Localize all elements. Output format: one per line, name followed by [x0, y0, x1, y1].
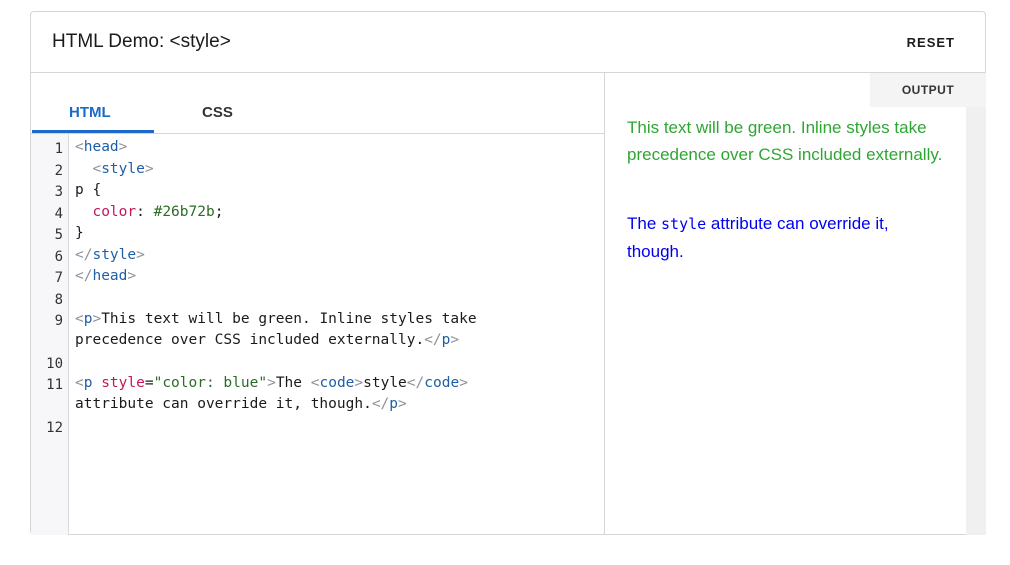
- output-blue-paragraph: The style attribute can override it, tho…: [627, 210, 947, 265]
- demo-title: HTML Demo: <style>: [52, 31, 231, 52]
- tag-name: p: [83, 375, 93, 391]
- editor-pane: HTML CSS 1 2 3 4 5 6 7 8 9 10 11 12 <hea…: [31, 73, 605, 535]
- tag-name: style: [101, 161, 145, 177]
- line-number-gutter: 1 2 3 4 5 6 7 8 9 10 11 12: [31, 134, 69, 535]
- tag-name: head: [83, 139, 119, 155]
- code-text: The: [275, 375, 311, 391]
- code-line-9: <p>This text will be green. Inline style…: [75, 311, 477, 327]
- tag-name: code: [424, 375, 460, 391]
- code-line-2: <style>: [92, 161, 154, 177]
- line-number: 2: [54, 163, 63, 179]
- tab-html[interactable]: HTML: [69, 104, 111, 121]
- interactive-demo: HTML Demo: <style> RESET HTML CSS 1 2 3 …: [30, 11, 986, 535]
- attribute-value: "color: blue": [153, 375, 268, 391]
- code-line-1: <head>: [75, 139, 128, 155]
- tab-css[interactable]: CSS: [202, 104, 233, 121]
- line-number: 11: [46, 377, 63, 393]
- output-text: The: [627, 214, 662, 233]
- code-line-9-wrap: precedence over CSS included externally.…: [75, 332, 460, 348]
- line-number: 12: [46, 420, 63, 436]
- code-line-11: <p style="color: blue">The <code>style</…: [75, 375, 468, 391]
- tag-name: code: [319, 375, 355, 391]
- line-number: 9: [54, 313, 63, 329]
- line-number: 10: [46, 356, 63, 372]
- output-label: OUTPUT: [870, 73, 986, 107]
- code-line-11-wrap: attribute can override it, though.</p>: [75, 396, 407, 412]
- attribute-name: style: [101, 375, 145, 391]
- css-close-brace: }: [75, 225, 84, 241]
- output-scrollbar[interactable]: [966, 107, 986, 535]
- code-line-6: </style>: [75, 247, 145, 263]
- css-value: #26b72b: [153, 204, 215, 220]
- output-code: style: [661, 215, 707, 233]
- output-pane: OUTPUT This text will be green. Inline s…: [605, 73, 986, 535]
- code-line-4: color: #26b72b;: [92, 204, 224, 220]
- code-editor[interactable]: 1 2 3 4 5 6 7 8 9 10 11 12 <head> <style…: [31, 134, 604, 535]
- line-number: 3: [54, 184, 63, 200]
- code-text: style: [363, 375, 407, 391]
- code-text: This text will be green. Inline styles t…: [101, 311, 477, 327]
- output-green-paragraph: This text will be green. Inline styles t…: [627, 118, 943, 164]
- css-property: color: [92, 204, 137, 220]
- tag-name: style: [92, 247, 137, 263]
- line-number: 5: [54, 227, 63, 243]
- css-selector: p {: [75, 182, 102, 198]
- line-number: 1: [54, 141, 63, 157]
- code-line-3: p {: [75, 182, 101, 198]
- line-number: 8: [54, 292, 63, 308]
- editor-tabs: HTML CSS: [31, 73, 604, 134]
- line-number: 6: [54, 249, 63, 265]
- code-line-5: }: [75, 225, 84, 241]
- code-text: precedence over CSS included externally.: [75, 332, 425, 348]
- code-text: attribute can override it, though.: [75, 396, 372, 412]
- line-number: 7: [54, 270, 63, 286]
- tag-name: head: [92, 268, 128, 284]
- active-tab-indicator: [32, 130, 154, 133]
- tag-name: p: [389, 396, 399, 412]
- demo-header: HTML Demo: <style> RESET: [31, 12, 985, 73]
- reset-button[interactable]: RESET: [907, 35, 955, 50]
- line-number: 4: [54, 206, 63, 222]
- code-line-7: </head>: [75, 268, 137, 284]
